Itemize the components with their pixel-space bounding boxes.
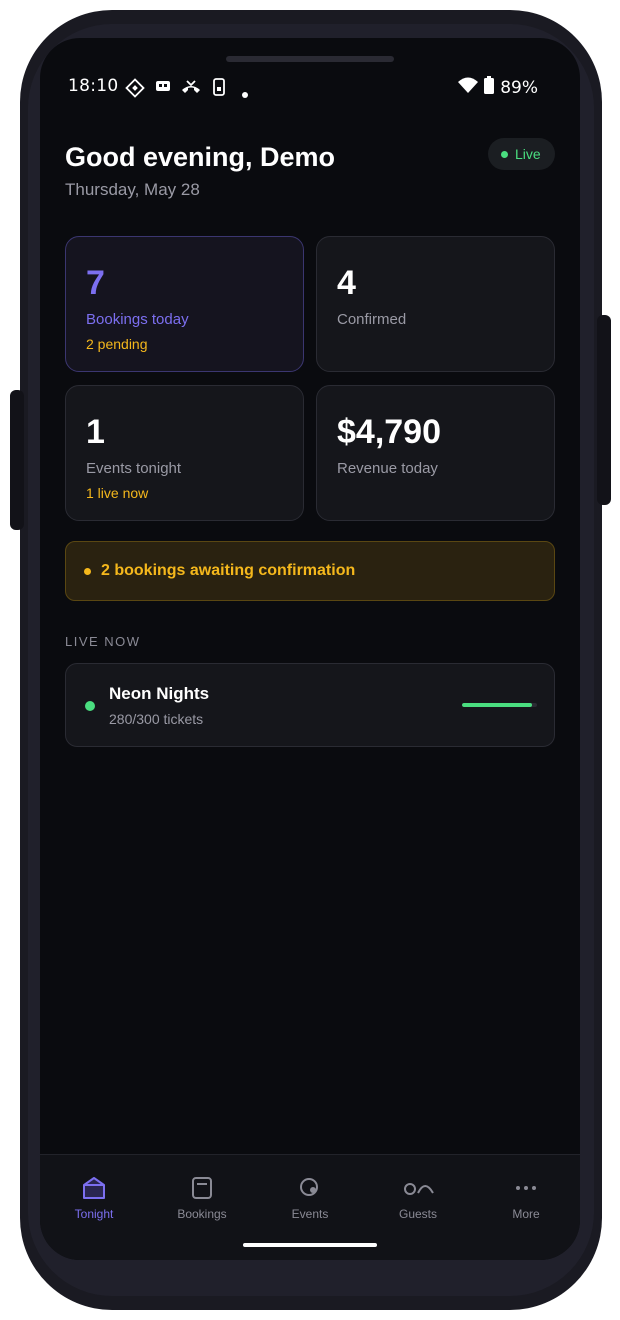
volume-button — [10, 390, 24, 530]
event-ticket-count: 280/300 tickets — [109, 711, 204, 727]
live-indicator-icon — [85, 701, 95, 711]
message-icon — [154, 78, 172, 101]
stat-value: $4,790 — [337, 413, 441, 451]
stat-label: Events tonight — [86, 460, 182, 477]
nav-label: More — [512, 1207, 540, 1221]
live-event-card[interactable]: Neon Nights 280/300 tickets — [65, 663, 555, 747]
alert-text: 2 bookings awaiting confirmation — [101, 562, 356, 579]
events-icon — [300, 1178, 318, 1196]
nav-tab-tonight[interactable]: Tonight — [40, 1155, 148, 1235]
grid-icon — [125, 78, 145, 103]
stat-value: 4 — [337, 264, 356, 302]
home-icon — [83, 1177, 105, 1199]
bottom-navigation: Tonight Bookings Events Guests More — [40, 1154, 580, 1260]
device-icon — [212, 78, 226, 101]
page-title: Good evening, Demo — [65, 142, 336, 172]
nav-label: Events — [291, 1207, 329, 1221]
stat-label: Revenue today — [337, 460, 438, 477]
power-button — [597, 315, 611, 505]
stat-label: Bookings today — [86, 311, 189, 328]
more-icon — [516, 1186, 536, 1190]
stat-label: Confirmed — [337, 311, 407, 328]
live-badge-label: Live — [515, 146, 541, 162]
date-subtitle: Thursday, May 28 — [65, 180, 200, 199]
nav-tab-events[interactable]: Events — [256, 1155, 364, 1235]
live-dot-icon — [501, 150, 508, 158]
nav-label: Tonight — [74, 1207, 114, 1221]
wifi-icon — [458, 76, 479, 99]
stat-value: 1 — [86, 413, 105, 451]
ticket-progress-fill — [462, 703, 532, 707]
status-right: 89% — [458, 76, 538, 99]
app-screen: 18:10 89% Good evening, Demo Thursday, M… — [40, 38, 580, 1260]
stat-card-revenue[interactable]: $4,790 Revenue today — [316, 385, 555, 521]
stat-card-events[interactable]: 1 Events tonight 1 live now — [65, 385, 304, 521]
event-name: Neon Nights — [109, 684, 210, 703]
nav-label: Guests — [398, 1207, 437, 1221]
nav-tab-more[interactable]: More — [472, 1155, 580, 1235]
status-time: 18:10 — [68, 76, 119, 96]
stat-sublabel: 1 live now — [86, 485, 149, 501]
status-bar: 18:10 89% — [40, 74, 580, 102]
guests-icon — [404, 1183, 434, 1195]
notification-dot-icon — [242, 83, 248, 103]
bookings-icon — [192, 1177, 212, 1199]
ticket-progress-bar — [462, 703, 537, 707]
home-indicator[interactable] — [243, 1243, 377, 1247]
nav-tab-guests[interactable]: Guests — [364, 1155, 472, 1235]
stat-card-confirmed[interactable]: 4 Confirmed — [316, 236, 555, 372]
pending-bookings-alert[interactable]: 2 bookings awaiting confirmation — [65, 541, 555, 601]
alert-dot-icon — [84, 567, 91, 575]
nav-label: Bookings — [177, 1207, 227, 1221]
speaker-grille — [226, 56, 394, 62]
battery-icon — [484, 76, 495, 99]
live-status-badge: Live — [488, 138, 555, 170]
stat-sublabel: 2 pending — [86, 336, 148, 352]
battery-percentage: 89% — [500, 77, 538, 98]
missed-call-icon — [180, 78, 202, 101]
stat-card-bookings[interactable]: 7 Bookings today 2 pending — [65, 236, 304, 372]
section-heading-live-now: LIVE NOW — [65, 634, 141, 649]
nav-tab-bookings[interactable]: Bookings — [148, 1155, 256, 1235]
stat-value: 7 — [86, 264, 105, 302]
